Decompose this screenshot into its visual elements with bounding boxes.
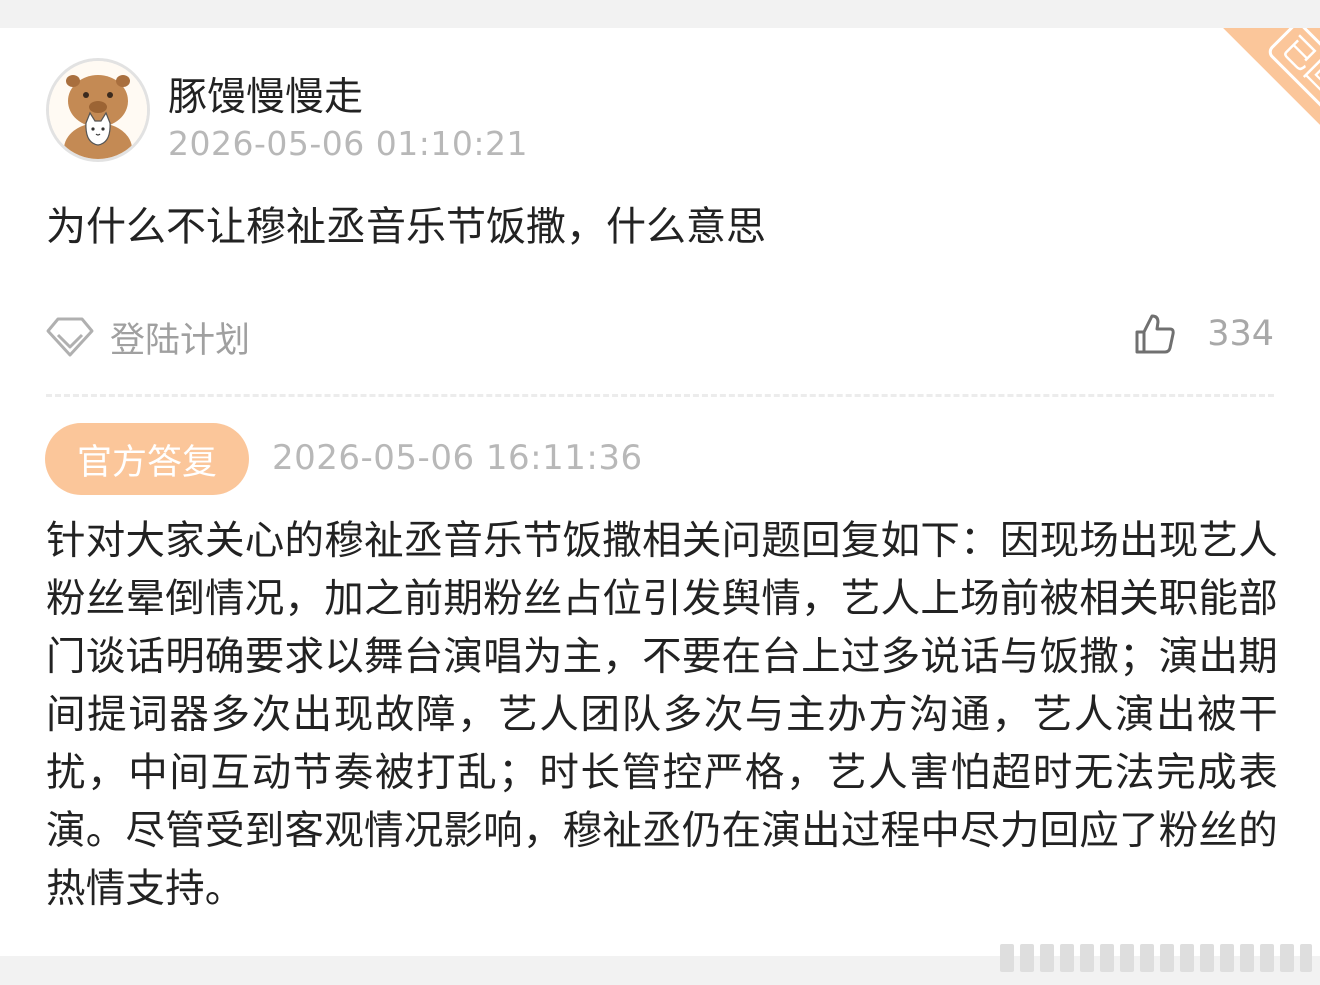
reply-time: 2026-05-06 16:11:36 bbox=[272, 438, 643, 478]
topic-label: 登陆计划 bbox=[110, 320, 251, 361]
post-card: 豚馒慢慢走 2026-05-06 01:10:21 已回复 为什么不让穆祉丞音乐… bbox=[0, 28, 1320, 956]
replied-ribbon: 已回复 bbox=[1160, 28, 1320, 188]
like-count: 334 bbox=[1207, 314, 1274, 354]
diamond-icon bbox=[46, 317, 94, 357]
thumbs-up-icon bbox=[1135, 314, 1175, 354]
author-name[interactable]: 豚馒慢慢走 bbox=[168, 66, 363, 122]
avatar[interactable] bbox=[46, 58, 150, 162]
topic-tag[interactable]: 登陆计划 bbox=[44, 312, 250, 362]
reply-text: 针对大家关心的穆祉丞音乐节饭撒相关问题回复如下：因现场出现艺人粉丝晕倒情况，加之… bbox=[46, 518, 1278, 912]
official-reply-badge: 官方答复 bbox=[45, 423, 249, 495]
capybara-avatar-icon bbox=[49, 61, 147, 159]
divider bbox=[46, 394, 1274, 397]
post-time: 2026-05-06 01:10:21 bbox=[168, 124, 528, 163]
question-text: 为什么不让穆祉丞音乐节饭撒，什么意思 bbox=[46, 204, 766, 250]
like-button[interactable]: 334 bbox=[1133, 308, 1274, 360]
watermark-graphic bbox=[1000, 944, 1312, 972]
replied-ribbon-label: 已回复 bbox=[1265, 28, 1320, 133]
